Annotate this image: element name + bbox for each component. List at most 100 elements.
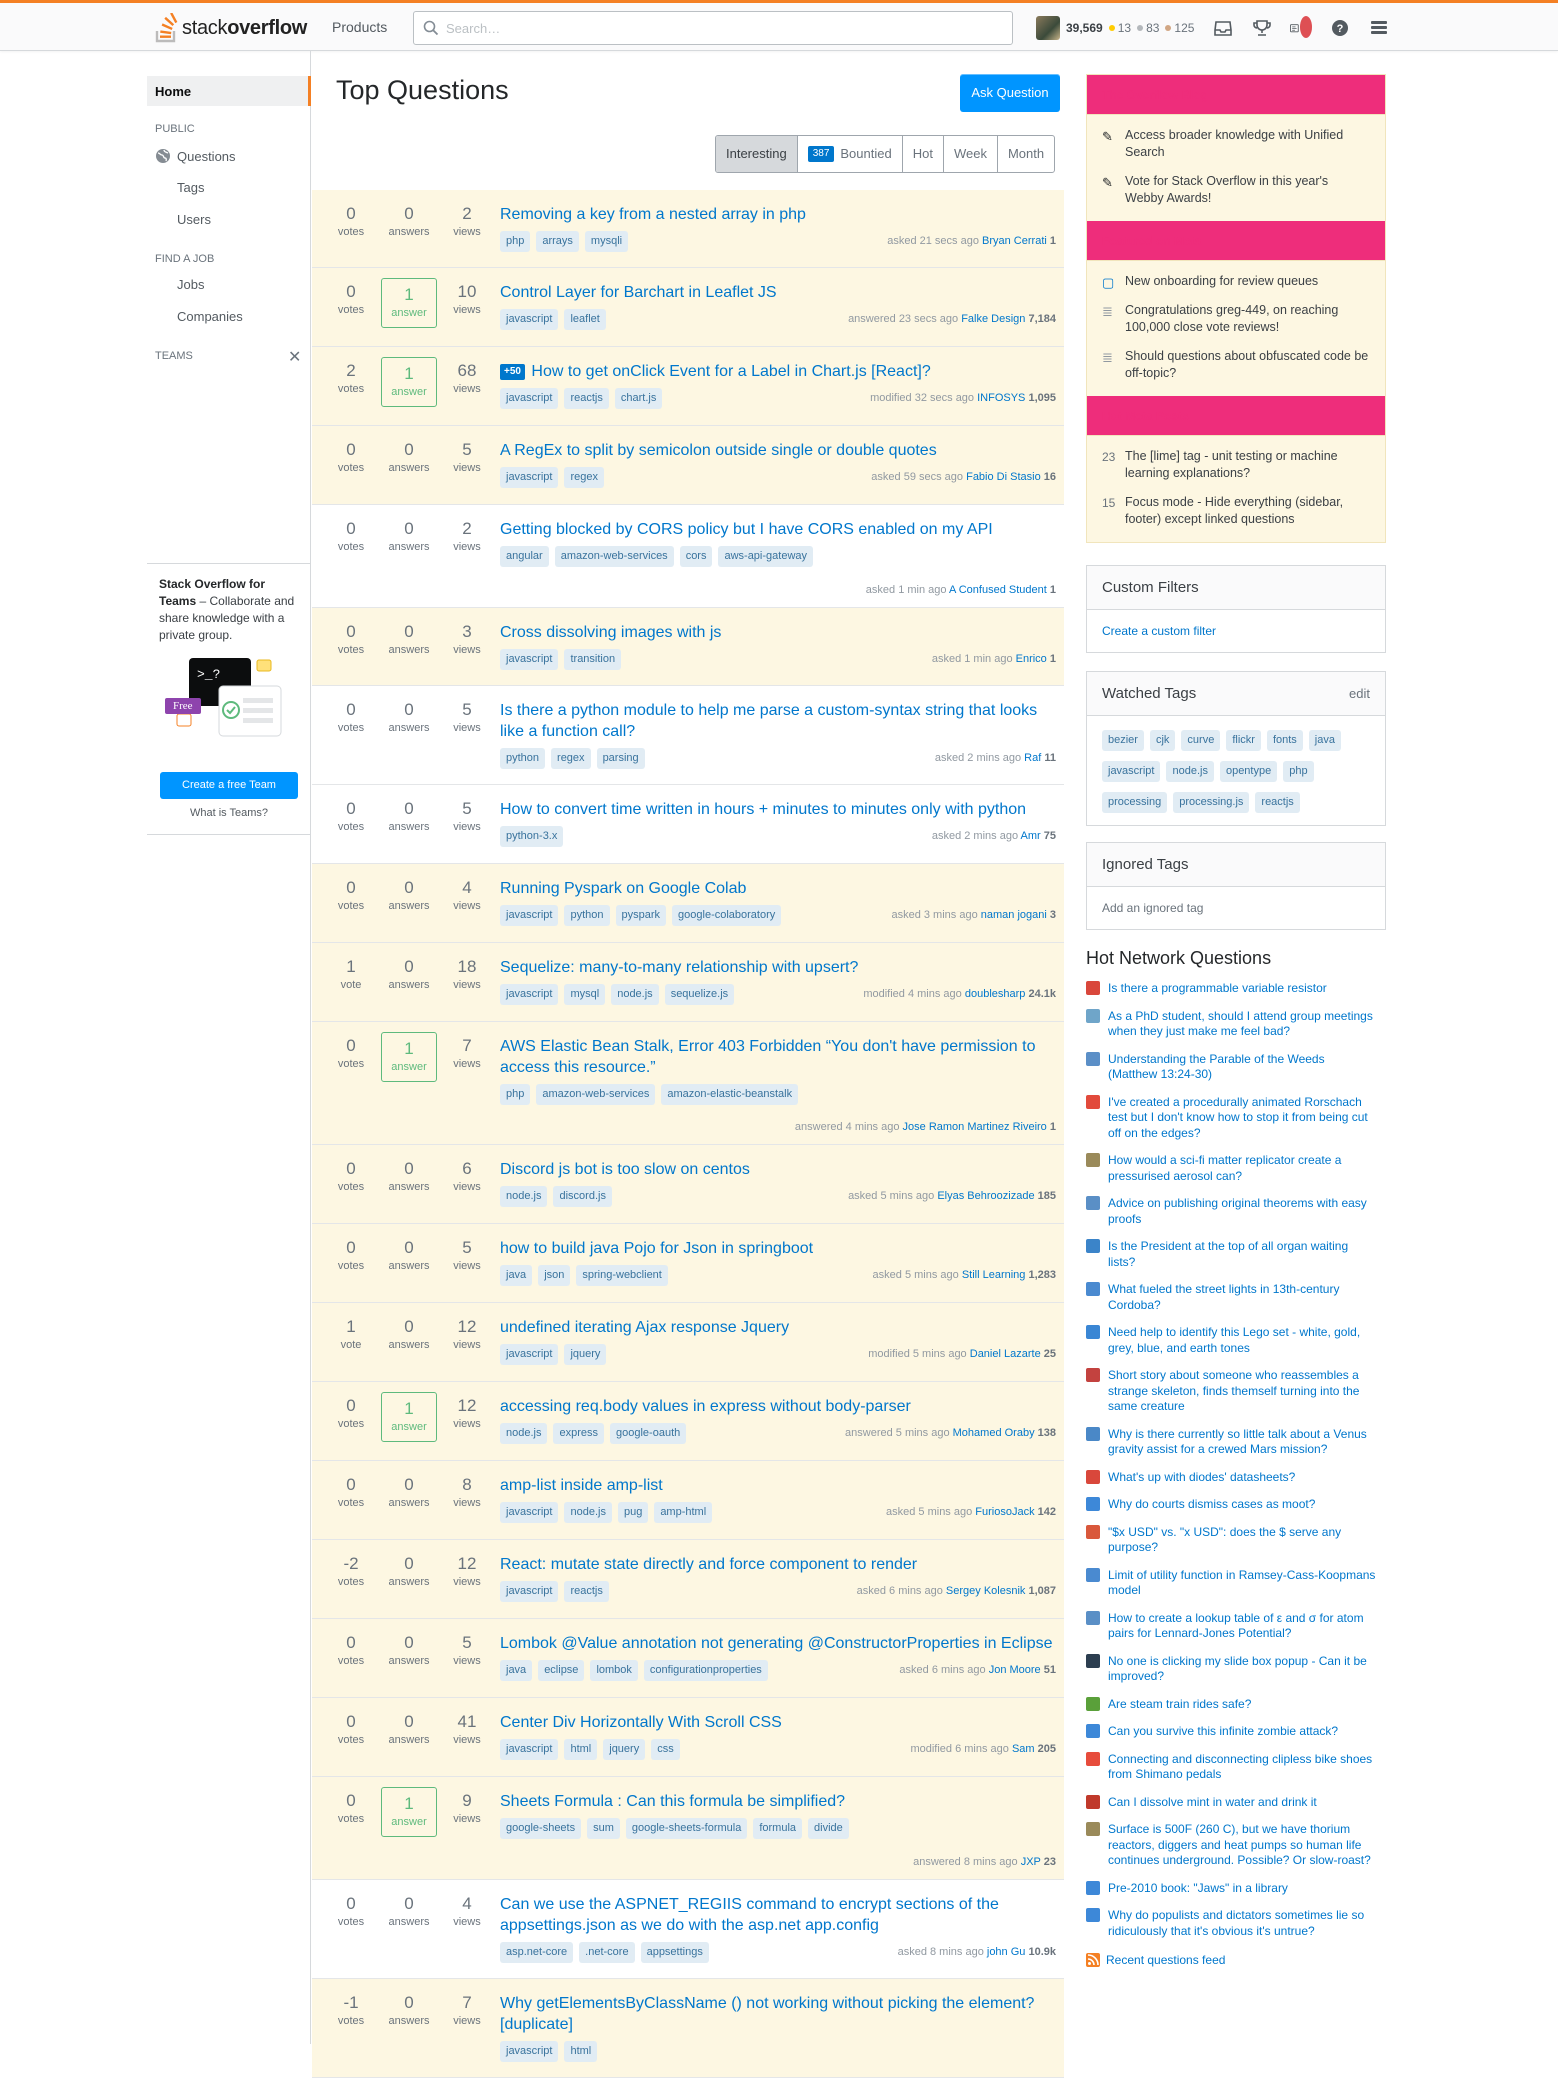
hot-network-question[interactable]: Can you survive this infinite zombie att… — [1086, 1724, 1376, 1740]
tab-hot[interactable]: Hot — [901, 136, 943, 172]
question-tag[interactable]: sum — [587, 1818, 620, 1839]
question-title[interactable]: Sheets Formula : Can this formula be sim… — [500, 1793, 845, 1810]
question-tag[interactable]: aws-api-gateway — [718, 546, 814, 567]
question-title[interactable]: how to build java Pojo for Json in sprin… — [500, 1240, 813, 1257]
question-tag[interactable]: html — [564, 1739, 598, 1760]
meta-item[interactable]: ≣ Should questions about obfuscated code … — [1087, 342, 1385, 388]
question-title[interactable]: Discord js bot is too slow on centos — [500, 1161, 750, 1178]
user-link[interactable]: Mohamed Oraby — [953, 1427, 1035, 1439]
question-title[interactable]: Can we use the ASPNET_REGIIS command to … — [500, 1896, 999, 1934]
hot-meta-item[interactable]: 23 The [lime] tag - unit testing or machi… — [1087, 442, 1385, 488]
hot-network-question[interactable]: What's up with diodes' datasheets? — [1086, 1469, 1376, 1486]
question-tag[interactable]: mysqli — [584, 231, 629, 252]
user-link[interactable]: Jon Moore — [989, 1664, 1041, 1676]
hot-meta-item[interactable]: 15 Focus mode - Hide everything (sidebar,… — [1087, 488, 1385, 534]
question-tag[interactable]: php — [500, 231, 531, 252]
question-title[interactable]: How to get onClick Event for a Label in … — [531, 363, 930, 380]
question-tag[interactable]: configurationproperties — [643, 1660, 768, 1681]
hot-network-question[interactable]: Limit of utility function in Ramsey-Cass… — [1086, 1567, 1376, 1599]
question-tag[interactable]: javascript — [500, 1502, 559, 1523]
blog-item[interactable]: ✎ Access broader knowledge with Unified S… — [1087, 121, 1385, 167]
blog-item[interactable]: ✎ Vote for Stack Overflow in this year's … — [1087, 167, 1385, 213]
hot-network-question[interactable]: Why is there currently so little talk ab… — [1086, 1426, 1376, 1458]
hot-network-question[interactable]: Short story about someone who reassemble… — [1086, 1368, 1376, 1415]
question-title[interactable]: React: mutate state directly and force c… — [500, 1556, 917, 1573]
user-link[interactable]: Daniel Lazarte — [970, 1348, 1041, 1360]
hot-network-question[interactable]: As a PhD student, should I attend group … — [1086, 1008, 1376, 1040]
question-tag[interactable]: python — [500, 748, 546, 769]
hot-network-question[interactable]: How would a sci-fi matter replicator cre… — [1086, 1153, 1376, 1184]
question-title[interactable]: A RegEx to split by semicolon outside si… — [500, 442, 937, 459]
question-tag[interactable]: amazon-elastic-beanstalk — [661, 1084, 799, 1105]
nav-jobs[interactable]: Jobs — [177, 277, 204, 292]
watched-tag[interactable]: curve — [1181, 730, 1221, 751]
hot-network-question[interactable]: Connecting and disconnecting clipless bi… — [1086, 1751, 1376, 1783]
meta-item[interactable]: ▢ New onboarding for review queues — [1087, 267, 1385, 296]
help-icon[interactable]: ? — [1329, 17, 1351, 39]
question-tag[interactable]: java — [500, 1660, 533, 1681]
user-link[interactable]: Elyas Behroozizade — [937, 1190, 1034, 1202]
edit-watched-link[interactable]: edit — [1349, 672, 1370, 716]
nav-home[interactable]: Home — [147, 76, 311, 106]
watched-tag[interactable]: cjk — [1149, 730, 1176, 751]
question-title[interactable]: Sequelize: many-to-many relationship wit… — [500, 959, 858, 976]
avatar[interactable] — [1036, 16, 1060, 40]
question-tag[interactable]: spring-webclient — [576, 1265, 668, 1286]
tab-bountied[interactable]: 387 Bountied — [796, 136, 902, 172]
user-link[interactable]: doublesharp — [965, 988, 1026, 1000]
watched-tag[interactable]: reactjs — [1255, 792, 1300, 813]
question-tag[interactable]: java — [500, 1265, 533, 1286]
question-tag[interactable]: express — [553, 1423, 605, 1444]
question-tag[interactable]: chart.js — [614, 388, 663, 409]
achievements-icon[interactable] — [1251, 17, 1273, 39]
user-link[interactable]: Sergey Kolesnik — [946, 1585, 1026, 1597]
user-link[interactable]: Fabio Di Stasio — [966, 471, 1041, 483]
add-ignored-tag-link[interactable]: Add an ignored tag — [1087, 887, 1385, 929]
hot-network-question[interactable]: "$x USD" vs. "x USD": does the $ serve a… — [1086, 1524, 1376, 1556]
products-menu[interactable]: Products — [320, 13, 399, 41]
question-tag[interactable]: sequelize.js — [664, 984, 735, 1005]
hot-network-question[interactable]: Is the President at the top of all organ… — [1086, 1239, 1376, 1270]
question-tag[interactable]: cors — [679, 546, 713, 567]
site-logo[interactable]: stackoverflow — [154, 12, 307, 44]
question-tag[interactable]: node.js — [500, 1423, 548, 1444]
watched-tag[interactable]: node.js — [1166, 761, 1214, 782]
nav-companies[interactable]: Companies — [177, 309, 243, 324]
question-tag[interactable]: eclipse — [538, 1660, 585, 1681]
question-tag[interactable]: reactjs — [564, 388, 609, 409]
watched-tag[interactable]: php — [1283, 761, 1314, 782]
question-tag[interactable]: divide — [808, 1818, 849, 1839]
question-tag[interactable]: leaflet — [564, 309, 606, 330]
question-tag[interactable]: regex — [564, 467, 604, 488]
user-link[interactable]: Falke Design — [961, 313, 1025, 325]
question-tag[interactable]: css — [651, 1739, 680, 1760]
watched-tag[interactable]: bezier — [1102, 730, 1144, 751]
question-tag[interactable]: formula — [753, 1818, 803, 1839]
user-card[interactable]: 39,569 13 83 125 — [1036, 16, 1194, 40]
recent-feed-link[interactable]: Recent questions feed — [1086, 1953, 1386, 1967]
question-tag[interactable]: pug — [617, 1502, 649, 1523]
user-link[interactable]: Still Learning — [962, 1269, 1026, 1281]
question-title[interactable]: accessing req.body values in express wit… — [500, 1398, 911, 1415]
nav-questions[interactable]: Questions — [155, 148, 236, 164]
question-tag[interactable]: jquery — [564, 1344, 607, 1365]
question-tag[interactable]: php — [500, 1084, 531, 1105]
question-tag[interactable]: html — [564, 2041, 598, 2062]
question-title[interactable]: How to convert time written in hours + m… — [500, 801, 1026, 818]
question-tag[interactable]: google-sheets-formula — [625, 1818, 748, 1839]
question-tag[interactable]: amazon-web-services — [536, 1084, 656, 1105]
create-team-button[interactable]: Create a free Team — [160, 772, 298, 799]
review-queue-icon[interactable] — [1290, 16, 1312, 39]
question-tag[interactable]: javascript — [500, 388, 559, 409]
hot-network-question[interactable]: Are steam train rides safe? — [1086, 1696, 1376, 1713]
question-tag[interactable]: parsing — [596, 748, 645, 769]
user-link[interactable]: Bryan Cerrati — [982, 235, 1047, 247]
question-tag[interactable]: javascript — [500, 1581, 559, 1602]
user-link[interactable]: john Gu — [987, 1946, 1026, 1958]
question-tag[interactable]: asp.net-core — [500, 1942, 574, 1963]
question-tag[interactable]: javascript — [500, 2041, 559, 2062]
search-box[interactable] — [413, 11, 1013, 45]
question-tag[interactable]: jquery — [603, 1739, 646, 1760]
question-tag[interactable]: javascript — [500, 984, 559, 1005]
ask-question-button[interactable]: Ask Question — [960, 74, 1060, 112]
